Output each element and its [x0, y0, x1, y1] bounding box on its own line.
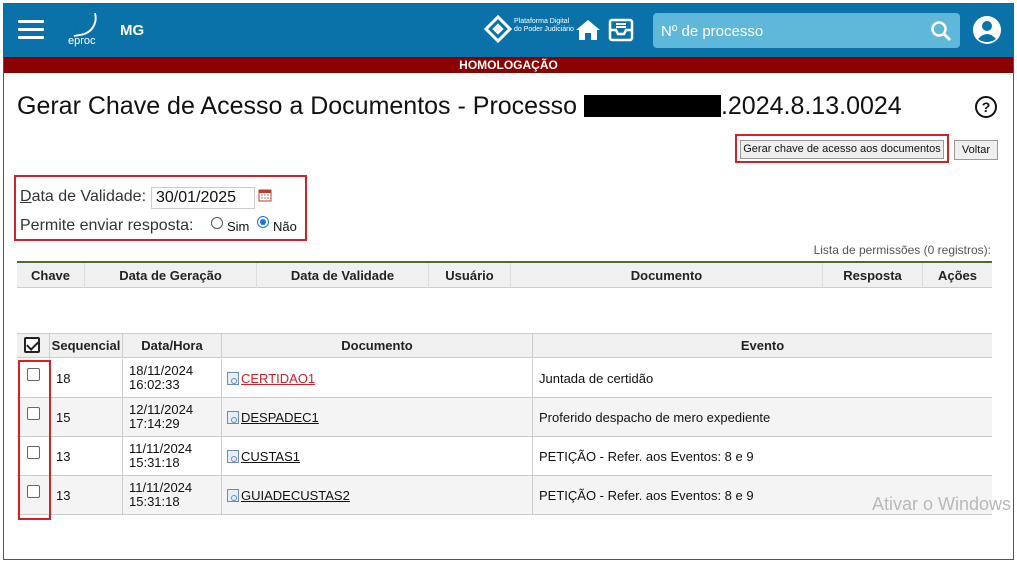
- reply-no-label: Não: [273, 219, 297, 234]
- row-sequential: 18: [50, 359, 123, 398]
- search-icon[interactable]: [929, 19, 953, 43]
- menu-icon[interactable]: [18, 20, 44, 40]
- environment-banner: HOMOLOGAÇÃO: [4, 57, 1013, 73]
- col-datetime: Data/Hora: [123, 334, 222, 358]
- row-document: DESPADEC1: [222, 398, 533, 437]
- row-date: 18/11/2024: [129, 363, 194, 378]
- permissions-table-header: Chave Data de Geração Data de Validade U…: [17, 261, 992, 288]
- document-icon: [227, 450, 239, 463]
- perm-col-document[interactable]: Documento: [511, 263, 823, 288]
- process-search-input[interactable]: [661, 20, 921, 42]
- back-button[interactable]: Voltar: [954, 140, 998, 160]
- help-icon[interactable]: ?: [975, 96, 997, 118]
- perm-col-reply[interactable]: Resposta: [823, 263, 923, 288]
- col-sequential: Sequencial: [50, 334, 123, 358]
- process-search: [653, 13, 960, 48]
- table-row: 13 11/11/2024 15:31:18 CUSTAS1 PETIÇÃO - …: [17, 437, 992, 476]
- table-row: 15 12/11/2024 17:14:29 DESPADEC1 Proferid…: [17, 398, 992, 437]
- documents-table-header: Sequencial Data/Hora Documento Evento: [17, 334, 992, 358]
- perm-col-validity-date[interactable]: Data de Validade: [257, 263, 429, 288]
- page-title-prefix: Gerar Chave de Acesso a Documentos - Pro…: [17, 92, 577, 120]
- inbox-icon[interactable]: [608, 18, 634, 42]
- row-document: GUIADECUSTAS2: [222, 476, 533, 515]
- eproc-logo-text: eproc: [68, 35, 96, 47]
- row-sequential: 13: [50, 437, 123, 476]
- user-initials: MG: [120, 22, 145, 39]
- document-link[interactable]: DESPADEC1: [241, 410, 319, 425]
- validity-date-label: Data de Validade:: [20, 188, 146, 206]
- row-sequential: 15: [50, 398, 123, 437]
- reply-yes-label: Sim: [227, 219, 250, 234]
- row-time: 15:31:18: [129, 455, 180, 470]
- validity-date-label-text: ata de Validade:: [31, 188, 147, 205]
- select-all-checkbox[interactable]: [24, 337, 40, 353]
- top-navbar: eproc MG Plataforma Digital do Poder Jud…: [4, 4, 1013, 57]
- table-row: 13 11/11/2024 15:31:18 GUIADECUSTAS2 PETI…: [17, 476, 992, 515]
- row-event: Proferido despacho de mero expediente: [539, 410, 771, 425]
- windows-activation-watermark: Ativar o Windows: [872, 494, 1012, 514]
- calendar-icon[interactable]: [258, 188, 272, 202]
- row-document: CUSTAS1: [222, 437, 533, 476]
- row-event: PETIÇÃO - Refer. aos Eventos: 8 e 9: [539, 449, 754, 464]
- document-link[interactable]: CERTIDAO1: [241, 371, 315, 386]
- home-icon[interactable]: [575, 18, 601, 42]
- row-sequential: 13: [50, 476, 123, 515]
- row-document: CERTIDAO1: [222, 359, 533, 398]
- table-row: 18 18/11/2024 16:02:33 CERTIDAO1 Juntada …: [17, 359, 992, 398]
- reply-yes-radio[interactable]: [211, 217, 223, 229]
- row-date: 12/11/2024: [129, 402, 194, 417]
- allow-reply-label: Permite enviar resposta:: [20, 217, 194, 234]
- checkbox-column-highlight: [18, 360, 51, 520]
- app-window: eproc MG Plataforma Digital do Poder Jud…: [3, 3, 1014, 560]
- document-icon: [227, 411, 239, 424]
- validity-date-label-accesskey: D: [20, 188, 32, 205]
- perm-col-key[interactable]: Chave: [17, 263, 85, 288]
- user-avatar-icon[interactable]: [972, 15, 1002, 45]
- row-datetime: 11/11/2024 15:31:18: [123, 437, 222, 476]
- perm-col-generation-date[interactable]: Data de Geração: [85, 263, 257, 288]
- row-datetime: 11/11/2024 15:31:18: [123, 476, 222, 515]
- validity-date-input[interactable]: [151, 187, 255, 209]
- row-event: Juntada de certidão: [539, 371, 654, 386]
- documents-table: Sequencial Data/Hora Documento Evento 18…: [17, 333, 992, 515]
- col-document: Documento: [222, 334, 533, 358]
- select-all-cell: [17, 334, 50, 358]
- generate-key-button[interactable]: Gerar chave de acesso aos documentos: [740, 140, 944, 159]
- page-title-suffix: .2024.8.13.0024: [720, 92, 902, 120]
- row-time: 17:14:29: [129, 416, 180, 431]
- row-time: 16:02:33: [129, 377, 180, 392]
- row-datetime: 18/11/2024 16:02:33: [123, 359, 222, 398]
- reply-no-radio[interactable]: [257, 216, 269, 228]
- pdpj-logo: Plataforma Digital do Poder Judiciário: [483, 14, 574, 46]
- redacted-process-number: [583, 95, 721, 117]
- document-link[interactable]: CUSTAS1: [241, 449, 300, 464]
- row-datetime: 12/11/2024 17:14:29: [123, 398, 222, 437]
- col-event: Evento: [740, 338, 785, 353]
- page-title: Gerar Chave de Acesso a Documentos - Pro…: [17, 92, 902, 121]
- document-icon: [227, 489, 239, 502]
- row-time: 15:31:18: [129, 494, 180, 509]
- perm-col-actions: Ações: [937, 268, 978, 283]
- perm-col-user[interactable]: Usuário: [429, 263, 511, 288]
- eproc-logo[interactable]: eproc: [64, 12, 104, 47]
- row-date: 11/11/2024: [129, 441, 193, 456]
- pdpj-logo-text: Plataforma Digital do Poder Judiciário: [514, 18, 574, 33]
- permissions-caption: Lista de permissões (0 registros):: [813, 243, 991, 257]
- document-link[interactable]: GUIADECUSTAS2: [241, 488, 350, 503]
- document-icon: [227, 372, 239, 385]
- row-date: 11/11/2024: [129, 480, 193, 495]
